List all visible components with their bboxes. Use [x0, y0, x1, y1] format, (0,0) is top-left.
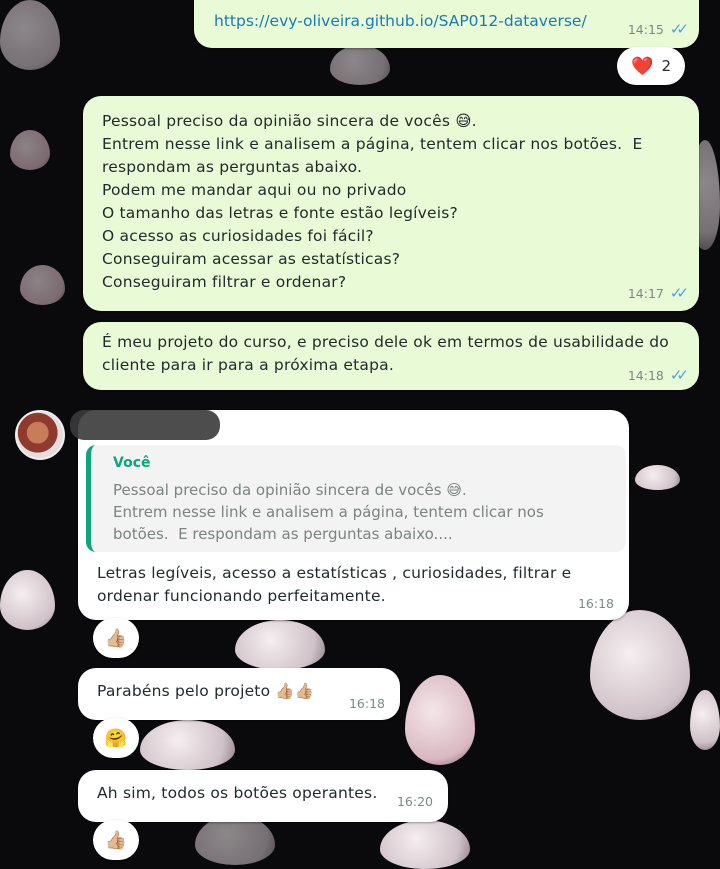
redacted-sender-name: [70, 410, 220, 440]
blossom-petal: [330, 45, 390, 85]
blossom-petal: [635, 465, 680, 490]
reaction-pill[interactable]: 👍🏼: [93, 618, 139, 658]
blossom-petal: [195, 815, 275, 865]
outgoing-message[interactable]: É meu projeto do curso, e preciso dele o…: [83, 322, 699, 390]
message-text: É meu projeto do curso, e preciso dele o…: [102, 333, 669, 374]
double-check-icon: ✓✓: [669, 366, 689, 384]
message-time: 14:15: [627, 21, 664, 37]
blossom-petal: [140, 720, 235, 770]
message-time: 16:18: [577, 596, 614, 611]
message-text: Letras legíveis, acesso a estatísticas ,…: [97, 564, 572, 605]
blossom-petal: [10, 130, 50, 170]
blossom-petal: [405, 675, 475, 765]
blossom-petal: [0, 570, 55, 630]
incoming-message[interactable]: Você Pessoal preciso da opinião sincera …: [70, 410, 629, 620]
message-time: 16:20: [396, 794, 433, 809]
thumbs-up-icon: 👍🏼: [104, 627, 128, 649]
message-time: 14:18: [627, 367, 664, 383]
contact-avatar[interactable]: [15, 410, 65, 460]
heart-icon: ❤️: [631, 55, 654, 77]
outgoing-message[interactable]: https://evy-oliveira.github.io/SAP012-da…: [194, 0, 699, 48]
incoming-message[interactable]: Ah sim, todos os botões operantes. 16:20: [78, 770, 448, 822]
blossom-petal: [380, 820, 470, 869]
hugging-face-icon: 🤗: [104, 727, 128, 749]
outgoing-message[interactable]: Pessoal preciso da opinião sincera de vo…: [83, 96, 699, 311]
thumbs-up-icon: 👍🏼: [104, 829, 128, 851]
quoted-message[interactable]: Você Pessoal preciso da opinião sincera …: [86, 445, 626, 552]
reaction-pill[interactable]: ❤️ 2: [617, 47, 685, 85]
message-time: 16:18: [348, 696, 385, 711]
blossom-petal: [235, 620, 325, 670]
double-check-icon: ✓✓: [669, 284, 689, 302]
reaction-pill[interactable]: 🤗: [93, 718, 139, 758]
blossom-petal: [690, 690, 720, 750]
reaction-pill[interactable]: 👍🏼: [93, 820, 139, 860]
quote-text: Pessoal preciso da opinião sincera de vo…: [113, 481, 544, 543]
message-time: 14:17: [627, 285, 664, 301]
shared-link[interactable]: https://evy-oliveira.github.io/SAP012-da…: [214, 12, 587, 30]
quote-author: Você: [113, 455, 151, 471]
message-meta: 14:15 ✓✓: [627, 20, 689, 38]
double-check-icon: ✓✓: [669, 20, 689, 38]
message-text: Pessoal preciso da opinião sincera de vo…: [102, 112, 643, 291]
blossom-petal: [0, 0, 60, 70]
message-meta: 14:17 ✓✓: [627, 284, 689, 302]
incoming-message[interactable]: Parabéns pelo projeto 👍🏼👍🏼 16:18: [78, 668, 400, 720]
message-meta: 14:18 ✓✓: [627, 366, 689, 384]
blossom-petal: [20, 265, 65, 305]
blossom-petal: [590, 610, 690, 720]
message-text: Ah sim, todos os botões operantes.: [97, 784, 378, 802]
message-text: Parabéns pelo projeto 👍🏼👍🏼: [97, 682, 315, 700]
reaction-count: 2: [661, 57, 671, 75]
